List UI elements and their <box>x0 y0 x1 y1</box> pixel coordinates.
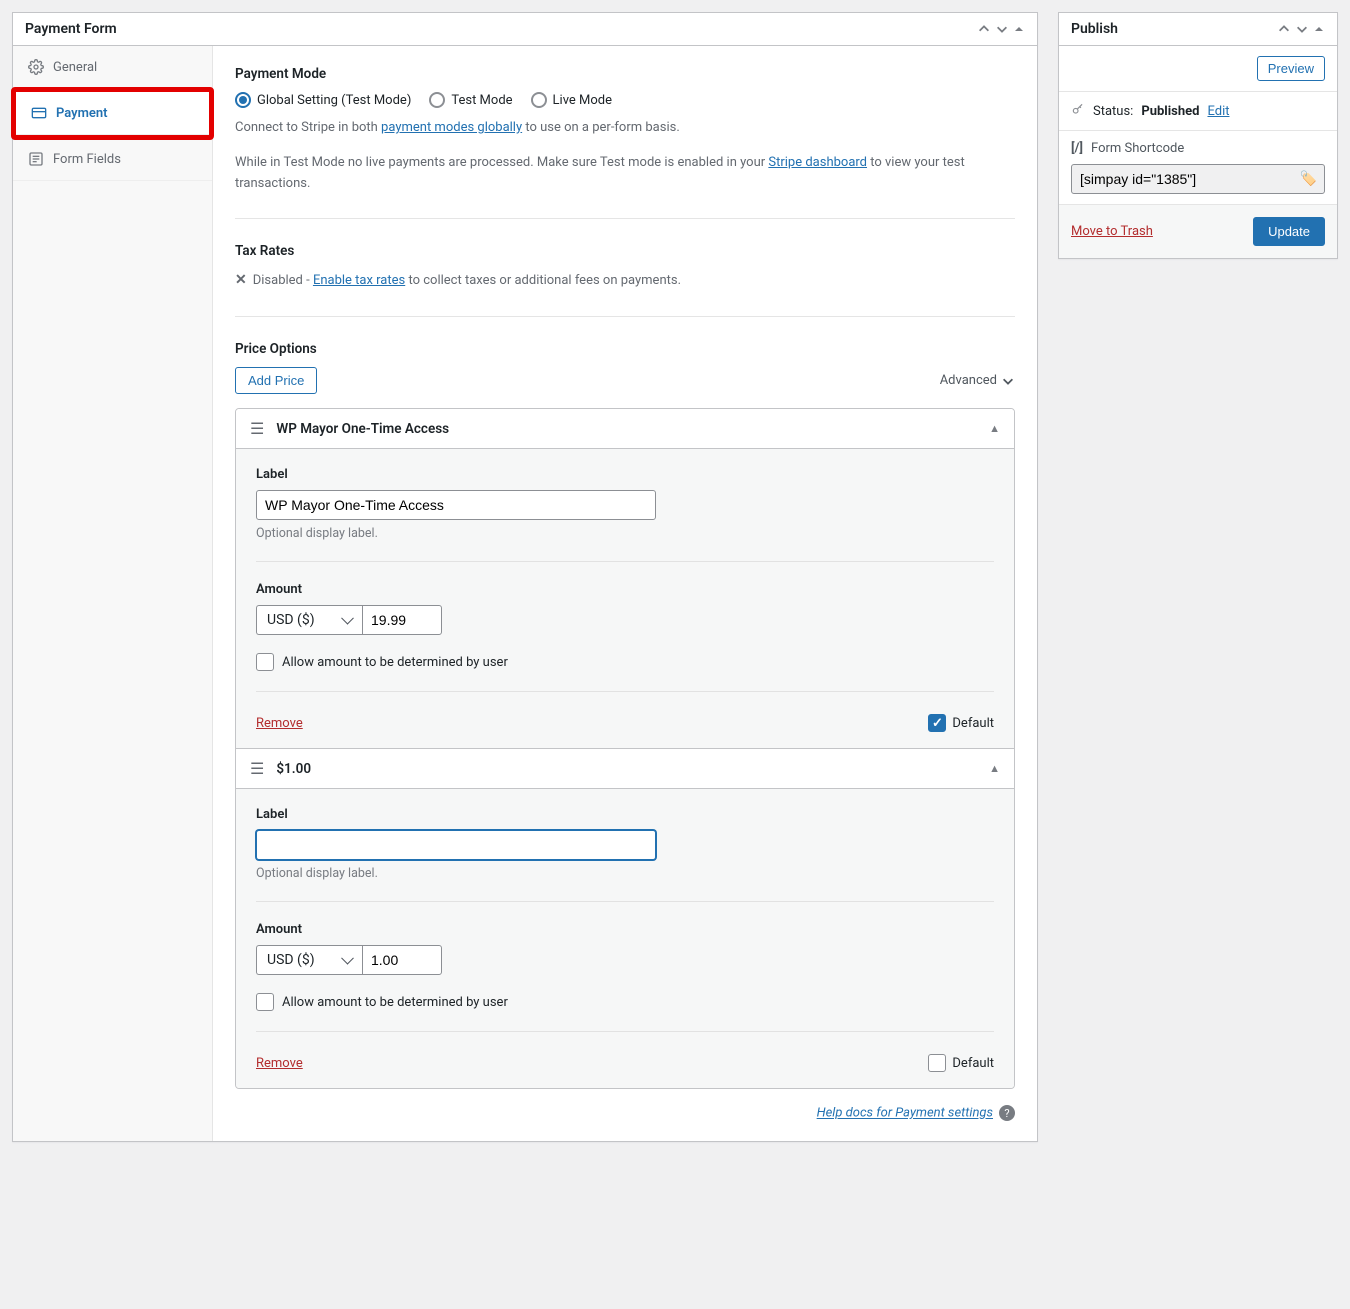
label-heading: Label <box>256 807 994 822</box>
shortcode-input[interactable] <box>1071 164 1325 194</box>
price-item-title: $1.00 <box>276 761 311 777</box>
edit-status-link[interactable]: Edit <box>1207 104 1229 119</box>
tab-general[interactable]: General <box>13 46 212 89</box>
help-icon[interactable]: ? <box>999 1105 1015 1121</box>
currency-select[interactable]: USD ($) <box>256 945 362 975</box>
link-enable-tax[interactable]: Enable tax rates <box>313 273 405 288</box>
preview-button[interactable]: Preview <box>1257 56 1325 81</box>
price-label-input[interactable] <box>256 830 656 860</box>
tab-form-fields[interactable]: Form Fields <box>13 138 212 181</box>
label-help: Optional display label. <box>256 526 994 541</box>
copy-shortcode-icon[interactable]: 🏷️ <box>1300 171 1317 187</box>
price-item-title: WP Mayor One-Time Access <box>276 421 449 437</box>
publish-metabox: Publish Preview Status: Published Edit <box>1058 12 1338 259</box>
remove-price-link[interactable]: Remove <box>256 716 303 731</box>
price-item-header[interactable]: ☰ $1.00 ▲ <box>236 749 1014 789</box>
payment-form-title: Payment Form <box>25 21 117 37</box>
shortcode-label: [/] Form Shortcode <box>1071 141 1325 156</box>
key-icon <box>1071 102 1085 120</box>
payment-mode-radios: Global Setting (Test Mode) Test Mode Liv… <box>235 92 1015 108</box>
highlight-payment-tab: Payment <box>11 87 214 140</box>
collapse-icon[interactable] <box>1313 23 1325 35</box>
payment-tab-content: Payment Mode Global Setting (Test Mode) … <box>213 46 1037 1141</box>
drag-handle-icon[interactable]: ☰ <box>250 419 264 438</box>
collapse-caret-icon[interactable]: ▲ <box>989 762 1000 775</box>
status-label: Status: <box>1093 104 1133 119</box>
move-to-trash-link[interactable]: Move to Trash <box>1071 224 1153 239</box>
default-check[interactable]: Default <box>928 1054 994 1072</box>
amount-input[interactable] <box>362 945 442 975</box>
settings-tabs: General Payment Form Fields <box>13 46 213 1141</box>
status-value: Published <box>1141 104 1199 119</box>
tab-payment[interactable]: Payment <box>16 92 209 135</box>
default-checkbox[interactable] <box>928 1054 946 1072</box>
default-checkbox[interactable] <box>928 714 946 732</box>
allow-user-checkbox[interactable] <box>256 993 274 1011</box>
amount-heading: Amount <box>256 922 994 937</box>
move-down-icon[interactable] <box>995 22 1009 36</box>
payment-mode-help2: While in Test Mode no live payments are … <box>235 153 1015 195</box>
label-help: Optional display label. <box>256 866 994 881</box>
default-label: Default <box>952 716 994 731</box>
radio-global[interactable]: Global Setting (Test Mode) <box>235 92 411 108</box>
currency-select[interactable]: USD ($) <box>256 605 362 635</box>
price-item-header[interactable]: ☰ WP Mayor One-Time Access ▲ <box>236 409 1014 449</box>
price-list: ☰ WP Mayor One-Time Access ▲ Label Optio… <box>235 408 1015 1089</box>
metabox-controls <box>977 22 1025 36</box>
chevron-down-icon <box>1001 374 1015 388</box>
payment-mode-help1: Connect to Stripe in both payment modes … <box>235 118 1015 139</box>
price-options-heading: Price Options <box>235 341 1015 357</box>
tab-general-label: General <box>53 60 97 75</box>
allow-user-label: Allow amount to be determined by user <box>282 655 508 670</box>
allow-user-label: Allow amount to be determined by user <box>282 995 508 1010</box>
radio-test[interactable]: Test Mode <box>429 92 512 108</box>
help-docs-link[interactable]: Help docs for Payment settings <box>817 1106 993 1121</box>
price-item-0: ☰ WP Mayor One-Time Access ▲ Label Optio… <box>236 409 1014 749</box>
gear-icon <box>27 58 45 76</box>
payment-mode-heading: Payment Mode <box>235 66 1015 82</box>
tab-form-fields-label: Form Fields <box>53 152 121 167</box>
tab-payment-label: Payment <box>56 106 108 121</box>
amount-input[interactable] <box>362 605 442 635</box>
label-heading: Label <box>256 467 994 482</box>
move-up-icon[interactable] <box>977 22 991 36</box>
payment-form-metabox: Payment Form General Payme <box>12 12 1038 1142</box>
remove-price-link[interactable]: Remove <box>256 1056 303 1071</box>
collapse-icon[interactable] <box>1013 23 1025 35</box>
price-item-1: ☰ $1.00 ▲ Label Optional display label. … <box>236 749 1014 1088</box>
allow-user-checkbox[interactable] <box>256 653 274 671</box>
x-icon: ✕ <box>235 272 247 288</box>
collapse-caret-icon[interactable]: ▲ <box>989 422 1000 435</box>
form-icon <box>27 150 45 168</box>
link-payment-modes-globally[interactable]: payment modes globally <box>381 120 522 135</box>
amount-heading: Amount <box>256 582 994 597</box>
update-button[interactable]: Update <box>1253 217 1325 246</box>
default-label: Default <box>952 1056 994 1071</box>
drag-handle-icon[interactable]: ☰ <box>250 759 264 778</box>
price-label-input[interactable] <box>256 490 656 520</box>
status-row: Status: Published Edit <box>1059 92 1337 131</box>
move-down-icon[interactable] <box>1295 22 1309 36</box>
default-check[interactable]: Default <box>928 714 994 732</box>
tax-status: ✕Disabled - Enable tax rates to collect … <box>235 269 1015 292</box>
publish-title: Publish <box>1071 21 1118 37</box>
add-price-button[interactable]: Add Price <box>235 367 317 394</box>
credit-card-icon <box>30 104 48 122</box>
shortcode-icon: [/] <box>1071 141 1083 156</box>
radio-live[interactable]: Live Mode <box>531 92 612 108</box>
help-docs: Help docs for Payment settings? <box>235 1105 1015 1121</box>
advanced-toggle[interactable]: Advanced <box>940 373 1015 388</box>
link-stripe-dashboard[interactable]: Stripe dashboard <box>768 155 867 170</box>
move-up-icon[interactable] <box>1277 22 1291 36</box>
tax-heading: Tax Rates <box>235 243 1015 259</box>
